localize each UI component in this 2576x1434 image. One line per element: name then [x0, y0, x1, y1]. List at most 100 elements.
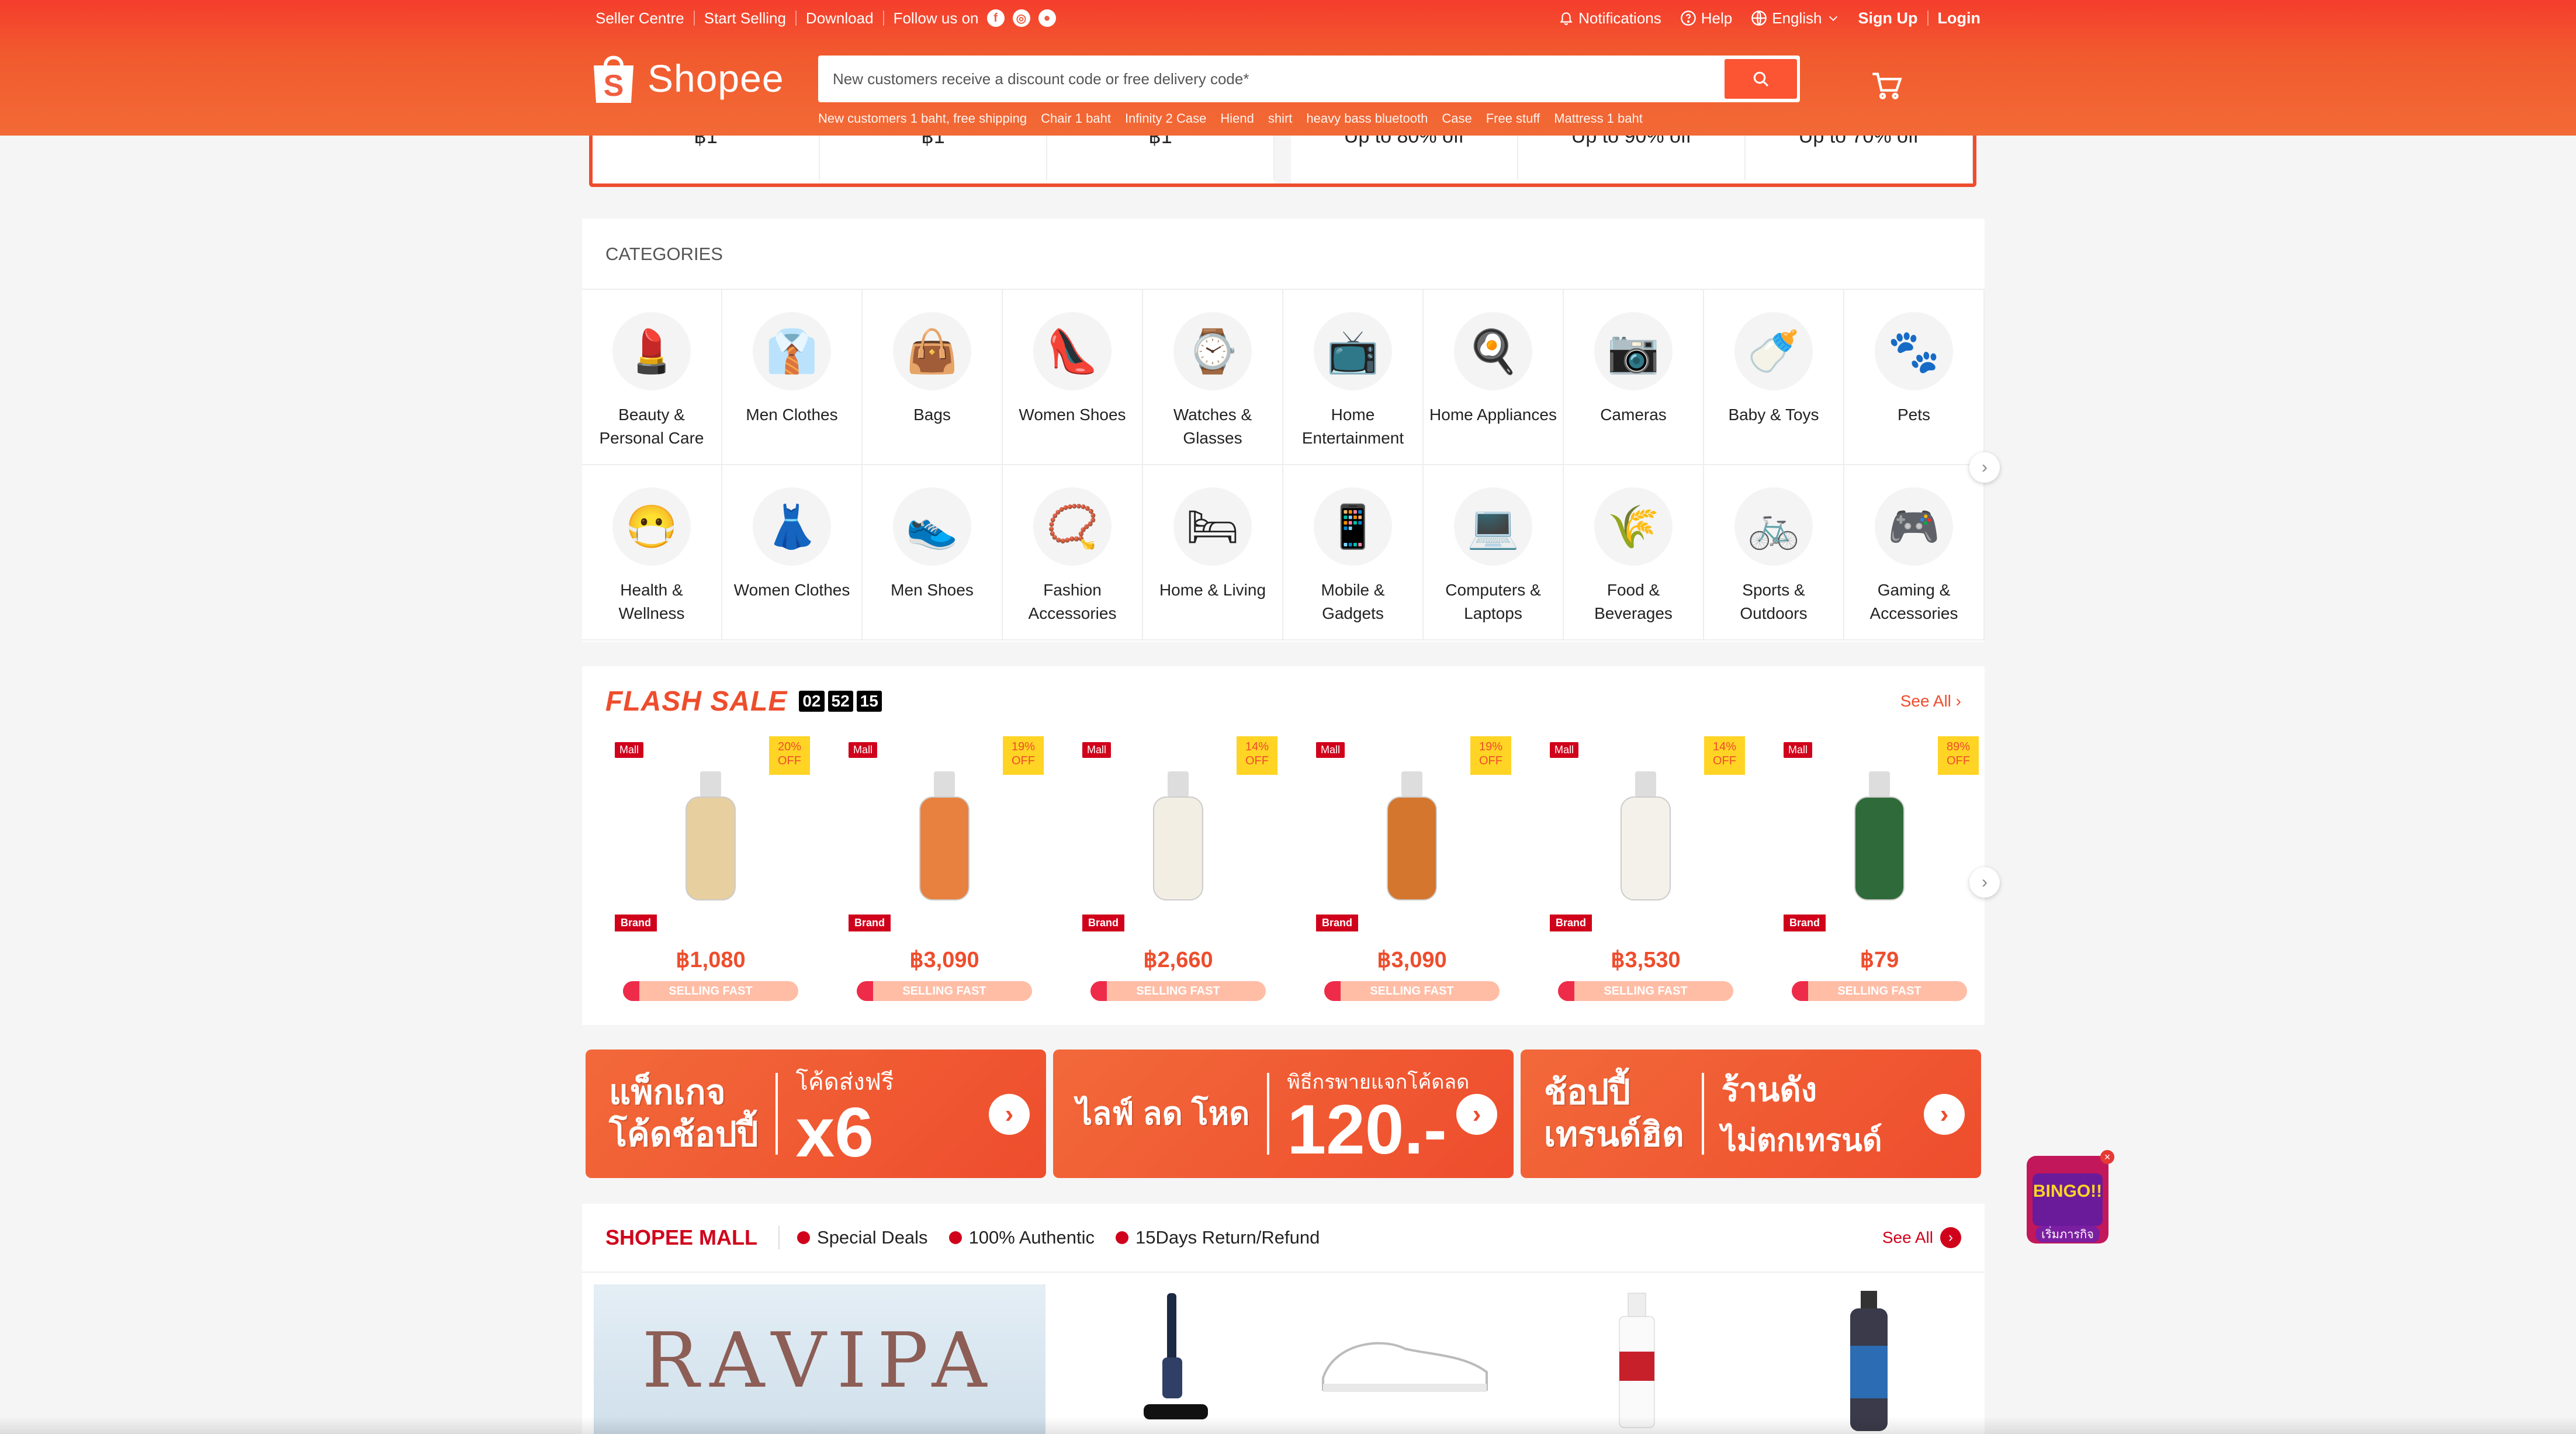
hotword-link[interactable]: Mattress 1 baht	[1554, 111, 1643, 126]
sign-up-link[interactable]: Sign Up	[1849, 9, 1927, 27]
svg-text:×: ×	[2104, 1151, 2111, 1163]
discount-off: OFF	[1012, 754, 1035, 767]
promo-item[interactable]: Up to 70% off	[1746, 136, 1973, 180]
banner-arrow-icon: ›	[1924, 1094, 1965, 1135]
cart-button[interactable]	[1870, 69, 1903, 102]
flash-sale-items: Mall 20% OFF Brand ฿1,080 SELLING FAST Ma…	[582, 736, 1985, 1017]
selling-progress-bar: SELLING FAST	[1324, 981, 1500, 1001]
language-selector[interactable]: English	[1741, 9, 1848, 27]
notifications-link[interactable]: Notifications	[1549, 9, 1671, 27]
category-item[interactable]: 🍼 Baby & Toys	[1704, 290, 1844, 465]
flash-sale-item[interactable]: Mall 89% OFF Brand ฿79 SELLING FAST	[1763, 736, 1996, 1017]
brand-of-day-badge: Brand	[849, 915, 891, 931]
category-item[interactable]: 👟 Men Shoes	[863, 465, 1003, 640]
hotword-link[interactable]: Hiend	[1220, 111, 1254, 126]
category-item[interactable]: 📱 Mobile & Gadgets	[1283, 465, 1424, 640]
discount-off: OFF	[1479, 754, 1502, 767]
bingo-floating-widget[interactable]: BINGO!! เริ่มภารกิจ ×	[2021, 1150, 2114, 1249]
facebook-icon[interactable]: f	[986, 9, 1005, 27]
brand-banner-ravipa[interactable]: RAVIPA	[594, 1284, 1045, 1434]
category-item[interactable]: 💻 Computers & Laptops	[1424, 465, 1564, 640]
seller-centre-link[interactable]: Seller Centre	[586, 9, 694, 27]
shopee-logo[interactable]: S Shopee	[590, 50, 784, 106]
category-item[interactable]: 📿 Fashion Accessories	[1003, 465, 1143, 640]
promo-item[interactable]: ฿1	[820, 136, 1047, 180]
hotword-link[interactable]: New customers 1 baht, free shipping	[818, 111, 1027, 126]
category-item[interactable]: 👠 Women Shoes	[1003, 290, 1143, 465]
category-icon: ⌚	[1173, 312, 1252, 390]
promo-item[interactable]: Up to 90% off	[1518, 136, 1746, 180]
banner-right-big: x6	[795, 1093, 874, 1172]
campaign-banner[interactable]: แพ็กเกจ โค้ดช้อปปี้ โค้ดส่งฟรี x6 ›	[586, 1049, 1046, 1178]
search-input[interactable]	[821, 70, 1725, 88]
sneaker-image	[1322, 1342, 1488, 1392]
flash-sale-next-arrow[interactable]: ›	[1969, 867, 2000, 898]
product-bottle-icon	[685, 771, 736, 900]
mall-product-vacuum[interactable]	[1069, 1284, 1277, 1434]
categories-next-arrow[interactable]: ›	[1969, 452, 2000, 483]
hotword-link[interactable]: Infinity 2 Case	[1125, 111, 1206, 126]
hotword-link[interactable]: shirt	[1268, 111, 1293, 126]
promo-item[interactable]: ฿1	[1047, 136, 1275, 180]
flash-sale-item[interactable]: Mall 14% OFF Brand ฿2,660 SELLING FAST	[1061, 736, 1295, 1017]
campaign-banner[interactable]: ไลฟ์ ลด โหด พิธีกรพายแจกโค้ดลด 120.- ›	[1053, 1049, 1514, 1178]
mall-badge: Mall	[849, 742, 878, 758]
category-item[interactable]: 🌾 Food & Beverages	[1564, 465, 1704, 640]
see-all-label: See All	[1900, 692, 1951, 710]
mall-feature-authentic: 100% Authentic	[948, 1227, 1095, 1248]
help-link[interactable]: Help	[1671, 9, 1741, 27]
download-link[interactable]: Download	[797, 9, 883, 27]
login-link[interactable]: Login	[1928, 9, 1990, 27]
hotword-link[interactable]: Free stuff	[1486, 111, 1540, 126]
start-selling-link[interactable]: Start Selling	[695, 9, 795, 27]
hotword-link[interactable]: heavy bass bluetooth	[1306, 111, 1428, 126]
mall-product-shampoo[interactable]	[1764, 1284, 1973, 1434]
category-item[interactable]: 🎮 Gaming & Accessories	[1844, 465, 1985, 640]
gift-icon	[797, 1231, 811, 1244]
discount-value: 14%	[1245, 740, 1269, 753]
search-button[interactable]	[1725, 59, 1797, 99]
discount-value: 19%	[1011, 740, 1036, 753]
product-bottle-icon	[1387, 771, 1437, 900]
category-item[interactable]: 🍳 Home Appliances	[1424, 290, 1564, 465]
category-item[interactable]: 🚲 Sports & Outdoors	[1704, 465, 1844, 640]
category-label: Cameras	[1600, 406, 1667, 424]
progress-fill	[1324, 981, 1341, 1001]
banner-divider	[1701, 1073, 1704, 1155]
promo-text: ฿1	[694, 136, 718, 148]
category-item[interactable]: 👔 Men Clothes	[722, 290, 863, 465]
category-item[interactable]: 👜 Bags	[863, 290, 1003, 465]
banner-divider	[775, 1073, 778, 1155]
promo-item[interactable]: Up to 80% off	[1291, 136, 1518, 180]
category-item[interactable]: 🛏 Home & Living	[1143, 465, 1283, 640]
category-item[interactable]: ⌚ Watches & Glasses	[1143, 290, 1283, 465]
flash-sale-item[interactable]: Mall 19% OFF Brand ฿3,090 SELLING FAST	[827, 736, 1061, 1017]
category-item[interactable]: 🐾 Pets	[1844, 290, 1985, 465]
instagram-icon[interactable]: ◎	[1012, 9, 1030, 27]
cart-icon	[1872, 72, 1902, 99]
mall-see-all[interactable]: See All ›	[1882, 1227, 1961, 1248]
flash-sale-item[interactable]: Mall 19% OFF Brand ฿3,090 SELLING FAST	[1295, 736, 1529, 1017]
promo-item[interactable]: ฿1	[593, 136, 820, 180]
category-item[interactable]: 👗 Women Clothes	[722, 465, 863, 640]
selling-progress-bar: SELLING FAST	[1090, 981, 1266, 1001]
category-item[interactable]: 📺 Home Entertainment	[1283, 290, 1424, 465]
flash-sale-item[interactable]: Mall 14% OFF Brand ฿3,530 SELLING FAST	[1529, 736, 1763, 1017]
hotword-link[interactable]: Chair 1 baht	[1041, 111, 1111, 126]
mall-product-spray[interactable]	[1532, 1284, 1741, 1434]
campaign-banner[interactable]: ช้อปปี้ เทรนด์ฮิต ร้านดัง ไม่ตกเทรนด์ ›	[1521, 1049, 1981, 1178]
category-item[interactable]: 📷 Cameras	[1564, 290, 1704, 465]
category-item[interactable]: 😷 Health & Wellness	[582, 465, 722, 640]
category-icon: 📷	[1594, 312, 1673, 390]
mall-feature-label: 100% Authentic	[968, 1227, 1095, 1248]
category-item[interactable]: 💄 Beauty & Personal Care	[582, 290, 722, 465]
countdown-timer: 02 52 15	[799, 691, 882, 712]
mall-product-sneaker[interactable]	[1301, 1284, 1509, 1434]
promo-strip: ฿1 ฿1 ฿1 Up to 80% off Up to 90% off Up …	[589, 136, 1976, 187]
hotword-link[interactable]: Case	[1442, 111, 1471, 126]
discount-value: 89%	[1946, 740, 1971, 753]
selling-fast-label: SELLING FAST	[1837, 984, 1921, 997]
flash-sale-item[interactable]: Mall 20% OFF Brand ฿1,080 SELLING FAST	[594, 736, 827, 1017]
flash-sale-see-all[interactable]: See All ›	[1900, 692, 1961, 711]
line-icon[interactable]: ●	[1038, 9, 1056, 27]
